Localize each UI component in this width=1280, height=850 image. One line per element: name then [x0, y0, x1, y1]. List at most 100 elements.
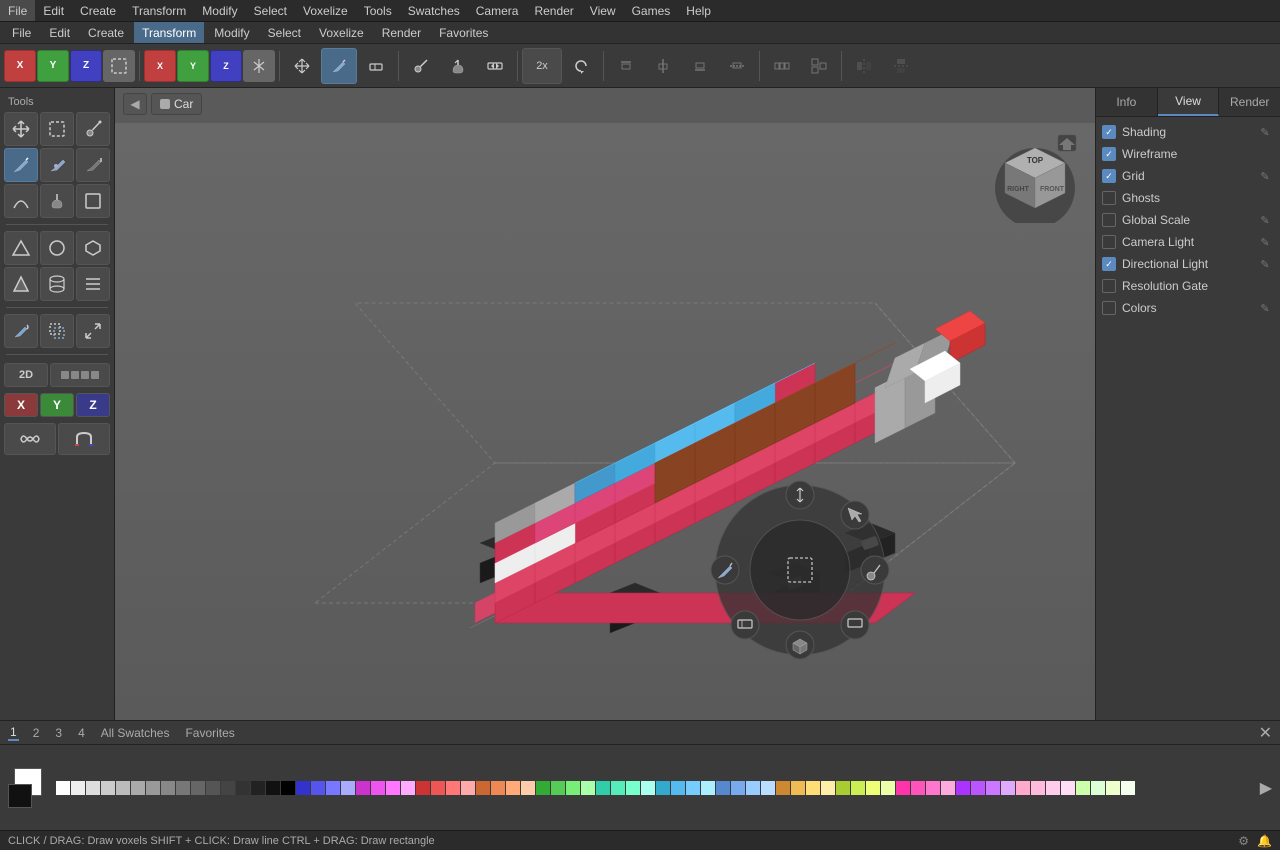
swatch-color-62[interactable] [986, 781, 1000, 795]
swatch-color-48[interactable] [776, 781, 790, 795]
sw-tab-all[interactable]: All Swatches [99, 726, 172, 740]
swatch-color-27[interactable] [461, 781, 475, 795]
tool-shape2[interactable] [40, 231, 74, 265]
swatch-color-5[interactable] [131, 781, 145, 795]
swatch-color-39[interactable] [641, 781, 655, 795]
axis-z-btn[interactable]: Z [76, 393, 110, 417]
toolbar-move-y[interactable]: Y [37, 50, 69, 82]
toolbar-tx-z[interactable]: Z [210, 50, 242, 82]
swatch-color-13[interactable] [251, 781, 265, 795]
swatch-color-7[interactable] [161, 781, 175, 795]
ctx-favorites[interactable]: Favorites [431, 22, 496, 43]
swatch-color-28[interactable] [476, 781, 490, 795]
swatch-color-32[interactable] [536, 781, 550, 795]
toolbar-select-color[interactable] [477, 48, 513, 84]
tool-select2[interactable] [40, 314, 74, 348]
swatch-color-43[interactable] [701, 781, 715, 795]
ctx-edit[interactable]: Edit [41, 22, 78, 43]
swatch-color-56[interactable] [896, 781, 910, 795]
tool-box-select[interactable] [76, 184, 110, 218]
swatch-color-26[interactable] [446, 781, 460, 795]
sw-tab-1[interactable]: 1 [8, 725, 19, 741]
swatch-color-31[interactable] [521, 781, 535, 795]
toolbar-move-z[interactable]: Z [70, 50, 102, 82]
toolbar-align1[interactable] [608, 48, 644, 84]
swatch-color-47[interactable] [761, 781, 775, 795]
tool-paint[interactable] [4, 148, 38, 182]
check-grid[interactable] [1102, 169, 1116, 183]
swatch-color-8[interactable] [176, 781, 190, 795]
swatch-color-38[interactable] [626, 781, 640, 795]
swatch-color-11[interactable] [221, 781, 235, 795]
sw-tab-4[interactable]: 4 [76, 726, 87, 740]
menu-tools[interactable]: Tools [356, 0, 400, 21]
swatch-color-4[interactable] [116, 781, 130, 795]
toolbar-align2[interactable] [645, 48, 681, 84]
swatch-color-12[interactable] [236, 781, 250, 795]
swatch-color-65[interactable] [1031, 781, 1045, 795]
swatch-color-10[interactable] [206, 781, 220, 795]
check-wireframe[interactable] [1102, 147, 1116, 161]
status-icon1[interactable]: ⚙ [1238, 834, 1249, 848]
radial-wheel[interactable] [700, 470, 900, 670]
tool-shape1[interactable] [4, 231, 38, 265]
ctx-render[interactable]: Render [374, 22, 429, 43]
menu-edit[interactable]: Edit [35, 0, 72, 21]
swatch-color-30[interactable] [506, 781, 520, 795]
sw-tab-favorites[interactable]: Favorites [183, 726, 236, 740]
sw-close[interactable]: ✕ [1259, 723, 1272, 743]
ctx-voxelize[interactable]: Voxelize [311, 22, 372, 43]
swatch-color-41[interactable] [671, 781, 685, 795]
swatch-color-25[interactable] [431, 781, 445, 795]
swatch-color-66[interactable] [1046, 781, 1060, 795]
swatch-color-59[interactable] [941, 781, 955, 795]
breadcrumb[interactable]: Car [151, 93, 202, 115]
toolbar-flood-fill[interactable] [440, 48, 476, 84]
swatch-color-63[interactable] [1001, 781, 1015, 795]
swatch-color-21[interactable] [371, 781, 385, 795]
sw-tab-3[interactable]: 3 [53, 726, 64, 740]
tool-eyedrop[interactable] [76, 112, 110, 146]
menu-file[interactable]: File [0, 0, 35, 21]
ctx-select[interactable]: Select [260, 22, 309, 43]
toolbar-dist2[interactable] [801, 48, 837, 84]
viewport[interactable]: ◀ Car [115, 88, 1095, 720]
swatch-color-16[interactable] [296, 781, 310, 795]
tool-paint-face[interactable] [40, 148, 74, 182]
menu-render[interactable]: Render [526, 0, 581, 21]
tool-shape4[interactable] [4, 267, 38, 301]
swatch-color-29[interactable] [491, 781, 505, 795]
swatch-color-17[interactable] [311, 781, 325, 795]
menu-create[interactable]: Create [72, 0, 124, 21]
axis-x-btn[interactable]: X [4, 393, 38, 417]
swatch-color-22[interactable] [386, 781, 400, 795]
background-color[interactable] [8, 784, 32, 808]
cube-gizmo[interactable]: TOP FRONT RIGHT [990, 133, 1080, 223]
swatch-color-19[interactable] [341, 781, 355, 795]
swatch-color-6[interactable] [146, 781, 160, 795]
check-resolution-gate[interactable] [1102, 279, 1116, 293]
menu-view[interactable]: View [582, 0, 624, 21]
swatch-color-55[interactable] [881, 781, 895, 795]
toolbar-move[interactable] [284, 48, 320, 84]
check-shading[interactable] [1102, 125, 1116, 139]
tab-view[interactable]: View [1158, 88, 1220, 116]
ctx-transform[interactable]: Transform [134, 22, 204, 43]
toolbar-align3[interactable] [682, 48, 718, 84]
tab-info[interactable]: Info [1096, 88, 1158, 116]
swatch-color-57[interactable] [911, 781, 925, 795]
toolbar-select-box[interactable] [103, 50, 135, 82]
swatch-color-61[interactable] [971, 781, 985, 795]
swatch-color-44[interactable] [716, 781, 730, 795]
tool-magnet[interactable] [58, 423, 110, 455]
swatch-color-24[interactable] [416, 781, 430, 795]
swatch-color-49[interactable] [791, 781, 805, 795]
tool-curve[interactable] [4, 184, 38, 218]
swatch-color-45[interactable] [731, 781, 745, 795]
check-colors[interactable] [1102, 301, 1116, 315]
swatch-color-42[interactable] [686, 781, 700, 795]
swatch-color-58[interactable] [926, 781, 940, 795]
tool-cylinder[interactable] [40, 267, 74, 301]
tool-smear[interactable] [76, 148, 110, 182]
swatch-color-51[interactable] [821, 781, 835, 795]
